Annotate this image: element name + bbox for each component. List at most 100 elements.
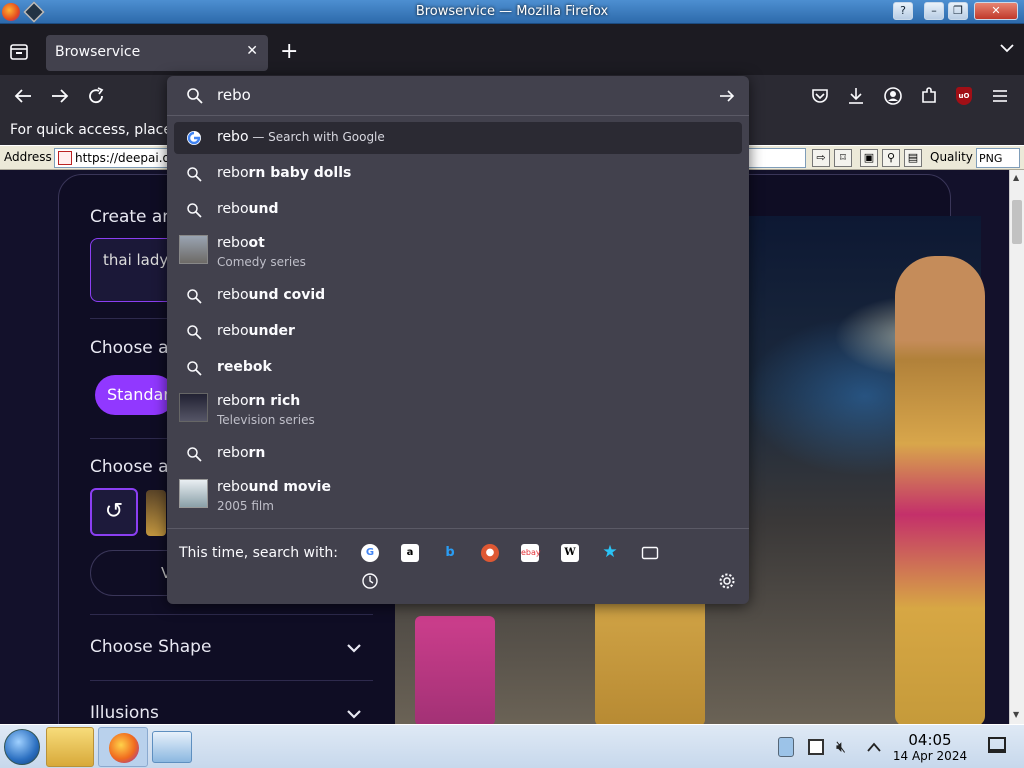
close-window-button[interactable]: ✕ <box>974 2 1018 20</box>
suggestion-prefix: rebo <box>217 323 249 339</box>
suggestion-prefix: rebo <box>217 445 249 461</box>
suggestion-completion: und movie <box>248 479 331 495</box>
file-manager-icon[interactable] <box>46 727 94 767</box>
firefox-taskbar-button[interactable] <box>98 727 148 767</box>
bookmark-icon[interactable]: ⌑ <box>834 149 852 167</box>
quality-select[interactable]: PNG <box>976 148 1020 168</box>
ublock-origin-icon[interactable]: uO <box>956 87 972 105</box>
search-icon <box>187 447 202 462</box>
account-icon[interactable] <box>883 86 903 106</box>
suggestion-row[interactable]: reborn rich Television series <box>174 388 742 428</box>
scroll-down-icon[interactable]: ▼ <box>1013 710 1019 719</box>
bookmarks-star-icon[interactable]: ★ <box>601 543 619 561</box>
wikipedia-engine-icon[interactable]: W <box>561 544 579 562</box>
suggestion-row[interactable]: reborn <box>174 438 742 470</box>
choose-style-heading: Choose a <box>90 457 169 477</box>
search-icon <box>187 88 203 104</box>
start-button[interactable] <box>4 729 40 765</box>
suggestion-prefix: rebo <box>217 479 249 495</box>
window-title: Browservice — Mozilla Firefox <box>415 4 609 19</box>
back-icon[interactable] <box>12 85 34 107</box>
go-icon[interactable]: ⇨ <box>812 149 830 167</box>
page-scrollbar[interactable]: ▲ ▼ <box>1009 170 1024 724</box>
search-with-google: — Search with Google <box>248 130 385 144</box>
show-desktop-icon[interactable] <box>988 737 1006 753</box>
chevron-down-icon[interactable] <box>345 639 363 657</box>
suggestion-row[interactable]: rebounder <box>174 316 742 348</box>
help-button[interactable]: ? <box>893 2 913 20</box>
history-clock-icon[interactable] <box>361 572 379 590</box>
chevron-up-icon[interactable] <box>866 741 882 753</box>
firefox-view-icon[interactable] <box>8 41 30 63</box>
search-icon <box>187 203 202 218</box>
suggestion-row[interactable]: reebok <box>174 352 742 384</box>
suggestion-row[interactable]: rebound <box>174 194 742 226</box>
extensions-icon[interactable] <box>919 86 939 106</box>
style-thumbnail[interactable]: ↺ <box>90 488 138 536</box>
suggestion-description: Comedy series <box>217 255 306 269</box>
google-icon <box>187 131 201 145</box>
divider <box>90 614 373 615</box>
suggestion-row[interactable]: rebound covid <box>174 280 742 312</box>
divider <box>90 680 373 681</box>
reboot-thumbnail <box>179 235 208 264</box>
maximize-button[interactable]: ❐ <box>948 2 968 20</box>
create-heading: Create an <box>90 207 174 227</box>
tabs-icon[interactable] <box>641 544 659 562</box>
style-thumbnail[interactable] <box>146 490 166 536</box>
clipboard-icon[interactable]: ▤ <box>904 149 922 167</box>
pocket-icon[interactable] <box>810 86 830 106</box>
suggestion-row[interactable]: reboot Comedy series <box>174 230 742 270</box>
clipboard-tray-icon[interactable] <box>778 737 794 757</box>
urlbar-dropdown: rebo rebo — Search with Google reborn ba… <box>167 76 749 604</box>
zoom-icon[interactable]: ▣ <box>860 149 878 167</box>
clock-time: 04:05 <box>908 731 952 749</box>
reload-icon[interactable] <box>85 85 107 107</box>
suggestion-completion: rn rich <box>248 393 301 409</box>
downloads-icon[interactable] <box>846 86 866 106</box>
suggestion-prefix: rebo <box>217 287 249 303</box>
choose-shape-heading[interactable]: Choose Shape <box>90 637 211 657</box>
google-engine-icon[interactable]: G <box>361 544 379 562</box>
suggestion-completion: und covid <box>248 287 326 303</box>
search-icon <box>187 325 202 340</box>
one-off-search-bar: This time, search with: G a b ● ebay W ★ <box>167 528 749 604</box>
taskbar: 🔇︎ 04:05 14 Apr 2024 <box>0 724 1024 768</box>
volume-muted-icon[interactable]: 🔇︎ <box>836 737 846 757</box>
find-icon[interactable]: ⚲ <box>882 149 900 167</box>
clock[interactable]: 04:05 14 Apr 2024 <box>890 731 970 763</box>
chevron-down-icon[interactable] <box>345 705 363 723</box>
suggestion-row[interactable]: rebound movie 2005 film <box>174 474 742 514</box>
suggestion-row[interactable]: rebo — Search with Google <box>174 122 742 154</box>
remote-desktop-icon[interactable] <box>152 731 192 763</box>
ebay-engine-icon[interactable]: ebay <box>521 544 541 562</box>
search-settings-gear-icon[interactable] <box>718 572 736 590</box>
standard-button[interactable]: Standard <box>95 375 180 415</box>
minimize-button[interactable]: – <box>924 2 944 20</box>
suggestion-prefix: rebo <box>217 201 249 217</box>
scrollbar-thumb[interactable] <box>1012 200 1022 244</box>
forward-icon[interactable] <box>49 85 71 107</box>
reborn-rich-thumbnail <box>179 393 208 422</box>
suggestion-completion: rn baby dolls <box>248 165 352 181</box>
illusions-heading[interactable]: Illusions <box>90 703 159 723</box>
suggestion-row[interactable]: reborn baby dolls <box>174 158 742 190</box>
scroll-up-icon[interactable]: ▲ <box>1013 173 1019 182</box>
suggestion-description: Television series <box>217 413 315 427</box>
tab-strip: Browservice ✕ + <box>0 25 1024 75</box>
go-arrow-icon[interactable] <box>719 88 735 104</box>
list-all-tabs-icon[interactable] <box>1000 43 1014 53</box>
notes-tray-icon[interactable] <box>808 739 824 755</box>
bing-engine-icon[interactable]: b <box>441 544 459 562</box>
security-warning-icon <box>58 151 72 165</box>
close-tab-icon[interactable]: ✕ <box>246 43 258 59</box>
hamburger-menu-icon[interactable] <box>990 86 1010 106</box>
search-icon <box>187 361 202 376</box>
amazon-engine-icon[interactable]: a <box>401 544 419 562</box>
urlbar-query[interactable]: rebo <box>217 86 251 104</box>
urlbar-input[interactable]: rebo <box>167 76 749 116</box>
tab-browservice[interactable]: Browservice ✕ <box>46 35 268 71</box>
duckduckgo-engine-icon[interactable]: ● <box>481 544 499 562</box>
quality-label: Quality <box>930 150 973 164</box>
new-tab-button[interactable]: + <box>280 41 298 63</box>
